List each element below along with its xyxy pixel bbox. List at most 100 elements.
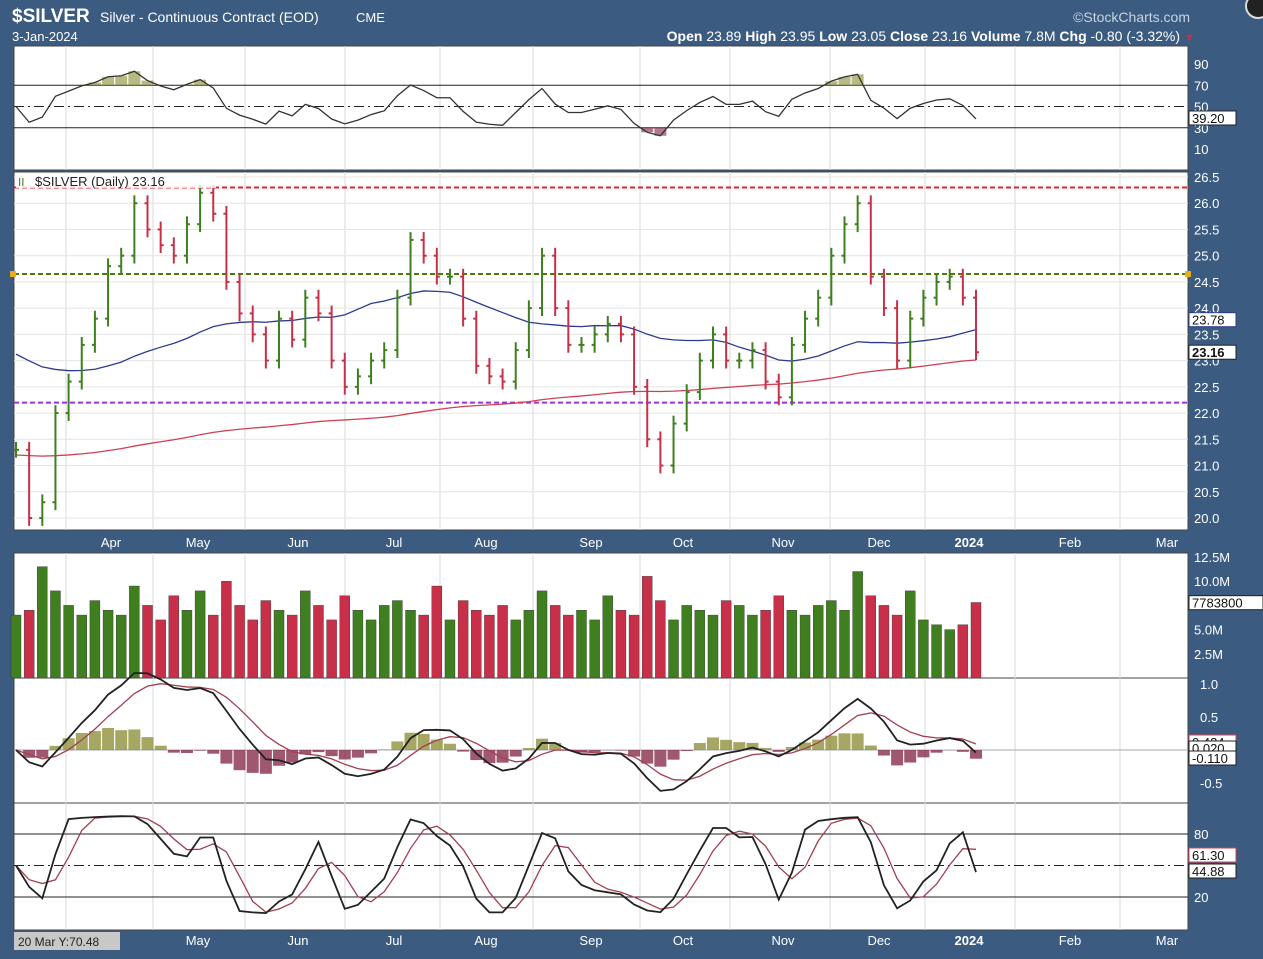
volume-bar	[590, 620, 600, 678]
volume-bar	[879, 605, 889, 678]
volume-bar	[918, 620, 928, 678]
macd-tick: 0.5	[1200, 710, 1218, 725]
readout-stoch-b: 44.88	[1189, 864, 1236, 879]
stoch-tick: 20	[1194, 890, 1208, 905]
volume-bar	[116, 615, 126, 678]
chg-value: -0.80 (-3.32%)	[1091, 28, 1180, 44]
crosshair-readout: 20 Mar Y:70.48	[14, 932, 120, 950]
readout-rsi: 39.20	[1189, 111, 1236, 126]
macd-histogram-bar	[917, 750, 929, 757]
volume-bar	[642, 576, 652, 678]
macd-histogram-bar	[352, 750, 364, 758]
macd-histogram-bar	[155, 746, 167, 750]
volume-bar	[195, 591, 205, 678]
month-label-bottom: Jul	[386, 933, 403, 948]
macd-histogram-bar	[326, 750, 338, 756]
price-tick: 26.5	[1194, 170, 1219, 185]
month-label-bottom: Mar	[1156, 933, 1179, 948]
volume-bar	[537, 591, 547, 678]
price-panel	[14, 172, 1188, 530]
volume-bar	[24, 610, 34, 678]
month-label-top: Apr	[101, 535, 122, 550]
volume-label: Volume	[971, 28, 1021, 44]
volume-bar	[813, 605, 823, 678]
volume-bar	[458, 601, 468, 678]
volume-bar	[826, 601, 836, 678]
level-handle-right	[1185, 271, 1191, 277]
macd-histogram-bar	[957, 750, 969, 752]
macd-histogram-bar	[615, 750, 627, 751]
close-label: Close	[890, 28, 928, 44]
macd-histogram-bar	[852, 733, 864, 750]
macd-histogram-bar	[312, 750, 324, 752]
volume-bar	[498, 605, 508, 678]
macd-histogram-bar	[194, 750, 206, 751]
price-tick: 25.0	[1194, 249, 1219, 264]
macd-histogram-bar	[523, 748, 535, 750]
volume-bar	[761, 610, 771, 678]
macd-histogram-bar	[510, 750, 522, 757]
volume-bar	[655, 601, 665, 678]
readout-value: 39.20	[1192, 111, 1225, 126]
month-label-bottom: Sep	[579, 933, 602, 948]
readout-price: 23.16	[1189, 345, 1236, 360]
ohlc-icon: ⅠⅠ	[18, 177, 25, 189]
volume-bar	[747, 615, 757, 678]
macd-histogram-bar	[457, 750, 469, 752]
macd-panel	[14, 678, 1188, 803]
price-tick: 21.5	[1194, 432, 1219, 447]
volume-bar	[629, 615, 639, 678]
volume-bar	[524, 610, 534, 678]
price-tick: 20.5	[1194, 485, 1219, 500]
month-label-bottom: 2024	[955, 933, 985, 948]
volume-bar	[708, 615, 718, 678]
macd-histogram-bar	[431, 740, 443, 750]
macd-histogram-bar	[181, 750, 193, 753]
volume-bar	[143, 605, 153, 678]
readout-value: -0.110	[1192, 751, 1228, 766]
crosshair-text: 20 Mar Y:70.48	[18, 935, 99, 949]
volume-bar	[853, 572, 863, 678]
macd-tick: -0.5	[1200, 776, 1222, 791]
open-label: Open	[667, 28, 703, 44]
macd-histogram-bar	[128, 729, 140, 750]
macd-tick: 1.0	[1200, 677, 1218, 692]
volume-bar	[37, 567, 47, 678]
macd-histogram-bar	[838, 733, 850, 750]
volume-bar	[235, 605, 245, 678]
macd-histogram-bar	[865, 746, 877, 750]
volume-bar	[892, 615, 902, 678]
month-label-top: Sep	[579, 535, 602, 550]
macd-histogram-bar	[470, 750, 482, 760]
month-label-bottom: Oct	[673, 933, 694, 948]
volume-bar	[366, 620, 376, 678]
macd-histogram-bar	[207, 750, 219, 754]
volume-bar	[932, 625, 942, 678]
instrument-name: Silver - Continuous Contract (EOD)	[100, 9, 319, 25]
volume-bar	[327, 620, 337, 678]
macd-histogram-bar	[115, 730, 127, 750]
macd-histogram-bar	[378, 749, 390, 750]
high-value: 23.95	[780, 28, 815, 44]
symbol: $SILVER	[12, 6, 90, 27]
volume-bar	[787, 610, 797, 678]
volume-bar	[77, 615, 87, 678]
month-label-bottom: May	[186, 933, 211, 948]
month-label-top: Aug	[474, 535, 497, 550]
volume-bar	[576, 610, 586, 678]
volume-tick: 2.5M	[1194, 647, 1223, 662]
macd-histogram-bar	[220, 750, 232, 764]
macd-histogram-bar	[36, 750, 48, 758]
volume-value: 7.8M	[1024, 28, 1055, 44]
macd-histogram-bar	[733, 742, 745, 750]
macd-histogram-bar	[418, 734, 430, 750]
month-label-top: Jun	[288, 535, 309, 550]
level-handle-left	[10, 271, 16, 277]
volume-bar	[182, 610, 192, 678]
readout-value: 23.78	[1192, 313, 1225, 328]
volume-bar	[971, 602, 981, 678]
volume-bar	[905, 591, 915, 678]
month-label-bottom: Jun	[288, 933, 309, 948]
macd-histogram-bar	[681, 750, 693, 751]
volume-bar	[471, 610, 481, 678]
